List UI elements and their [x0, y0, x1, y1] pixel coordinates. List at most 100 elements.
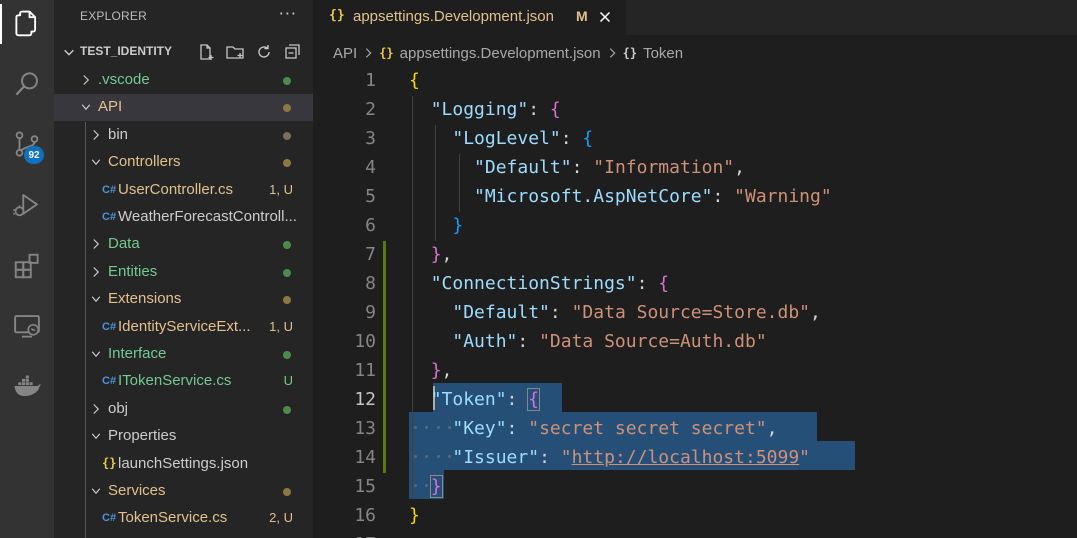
code-token: , — [766, 418, 778, 439]
tree-item-services[interactable]: Services — [54, 478, 313, 505]
code-token: } — [409, 505, 420, 526]
explorer-activity-button[interactable] — [0, 0, 54, 48]
git-status-dot — [283, 159, 291, 168]
json-file-icon: {} — [102, 455, 117, 470]
line-content: { — [409, 70, 420, 91]
tree-item-label: Data — [108, 235, 140, 253]
code-line: 10 "Auth": "Data Source=Auth.db" — [313, 328, 1077, 357]
code-token: , — [441, 360, 453, 381]
code-editor[interactable]: 1{2 "Logging": {3 "LogLevel": {4 "Defaul… — [313, 67, 1077, 538]
tree-item-interface[interactable]: Interface — [54, 341, 313, 368]
chevron-down-icon — [91, 159, 101, 166]
code-token: { — [582, 128, 594, 149]
git-status-dot — [283, 131, 291, 140]
close-icon[interactable] — [597, 9, 613, 25]
csharp-file-icon: C# — [102, 512, 117, 525]
code-token: : — [560, 128, 583, 149]
code-token: "Data Source=Auth.db" — [539, 331, 767, 352]
run-debug-activity-button[interactable] — [0, 181, 54, 229]
chevron-right-icon — [366, 48, 372, 58]
line-content: "Auth": "Data Source=Auth.db" — [409, 331, 767, 352]
tree-item-api[interactable]: API — [54, 94, 313, 122]
code-token: : — [549, 302, 572, 323]
code-line: 17 — [313, 531, 1077, 538]
git-status-decoration: 1, U — [269, 181, 293, 197]
code-token: } — [429, 475, 443, 498]
breadcrumb-item-file[interactable]: appsettings.Development.json — [400, 45, 601, 62]
tree-item-itokenservice-cs[interactable]: C# ITokenService.cs U — [54, 368, 313, 395]
breadcrumb-item-token[interactable]: Token — [643, 45, 683, 62]
breadcrumb-item-api[interactable]: API — [333, 45, 357, 62]
source-control-activity-button[interactable]: 92 — [0, 120, 54, 168]
line-number: 15 — [354, 476, 376, 497]
csharp-file-icon: C# — [102, 320, 117, 333]
code-line: 6 } — [313, 212, 1077, 241]
tree-item-label: WeatherForecastControll... — [118, 208, 297, 225]
tree-item-label: API — [98, 98, 123, 116]
tree-item-usercontroller-cs[interactable]: C# UserController.cs 1, U — [54, 177, 313, 204]
tab-modified-indicator: M — [576, 8, 588, 24]
tree-item-label: obj — [108, 399, 129, 417]
line-number: 1 — [365, 70, 376, 91]
chevron-right-icon — [93, 129, 100, 140]
workspace-root[interactable]: TEST_IDENTITY — [54, 40, 313, 64]
tree-item-launchsettings-json[interactable]: {} launchSettings.json — [54, 451, 313, 478]
git-status-dot — [283, 296, 291, 305]
tree-item-obj[interactable]: obj — [54, 396, 313, 423]
activity-bar: 92 — [0, 0, 54, 538]
chevron-down-icon — [91, 351, 101, 358]
code-token: } — [430, 360, 442, 381]
more-actions-button[interactable]: ··· — [279, 4, 297, 23]
tree-item-label: IdentityServiceExt... — [118, 317, 251, 335]
tree-item-properties[interactable]: Properties — [54, 423, 313, 450]
code-token: "Issuer" — [452, 447, 540, 468]
remote-explorer-activity-button[interactable] — [0, 302, 54, 350]
tree-item-weatherforecastcontroller-cs[interactable]: C# WeatherForecastControll... — [54, 204, 313, 231]
code-line: 8 "ConnectionStrings": { — [313, 270, 1077, 299]
extensions-activity-button[interactable] — [0, 242, 54, 290]
chevron-down-icon — [91, 488, 101, 495]
line-number: 6 — [365, 215, 376, 236]
editor-group: {} appsettings.Development.json M API {}… — [313, 0, 1077, 538]
collapse-all-icon[interactable] — [283, 42, 303, 62]
tree-item-vscode[interactable]: .vscode — [54, 67, 313, 94]
line-number: 17 — [313, 534, 376, 538]
code-line: 14 "Issuer": "http://localhost:5099" — [313, 444, 1077, 473]
line-content: } — [409, 215, 463, 236]
code-token: "LogLevel" — [452, 128, 561, 149]
tree-item-entities[interactable]: Entities — [54, 259, 313, 286]
tree-item-bin[interactable]: bin — [54, 122, 313, 149]
code-token: , — [734, 157, 745, 178]
docker-activity-button[interactable] — [0, 362, 54, 410]
tree-item-label: UserController.cs — [118, 180, 234, 198]
code-token: { — [527, 388, 541, 411]
line-content: "Issuer": "http://localhost:5099" — [409, 447, 810, 468]
code-token: : — [528, 99, 550, 120]
new-file-icon[interactable] — [196, 42, 216, 62]
run-debug-icon — [13, 194, 38, 217]
code-line: 11 }, — [313, 357, 1077, 386]
tree-item-data[interactable]: Data — [54, 231, 313, 258]
json-file-icon: {} — [329, 8, 345, 23]
tree-item-tokenservice-cs[interactable]: C# TokenService.cs 2, U — [54, 505, 313, 532]
code-token: : — [539, 447, 561, 468]
new-folder-icon[interactable] — [225, 42, 245, 62]
line-content: "Microsoft.AspNetCore": "Warning" — [409, 186, 832, 207]
line-number: 10 — [354, 331, 376, 352]
code-token: , — [441, 244, 453, 265]
code-token: "secret secret secret" — [528, 418, 767, 439]
sidebar-title: EXPLORER — [80, 9, 147, 23]
tree-item-extensions[interactable]: Extensions — [54, 286, 313, 313]
code-token: "Key" — [452, 418, 507, 439]
line-content: } — [409, 505, 420, 526]
code-token: { — [409, 70, 420, 91]
tree-item-controllers[interactable]: Controllers — [54, 149, 313, 176]
tree-item-identityserviceext[interactable]: C# IdentityServiceExt... 1, U — [54, 314, 313, 341]
refresh-icon[interactable] — [254, 42, 274, 62]
tree-item-label: Properties — [108, 427, 177, 445]
tab-appsettings-development[interactable]: {} appsettings.Development.json M — [313, 0, 626, 35]
search-activity-button[interactable] — [0, 60, 54, 108]
